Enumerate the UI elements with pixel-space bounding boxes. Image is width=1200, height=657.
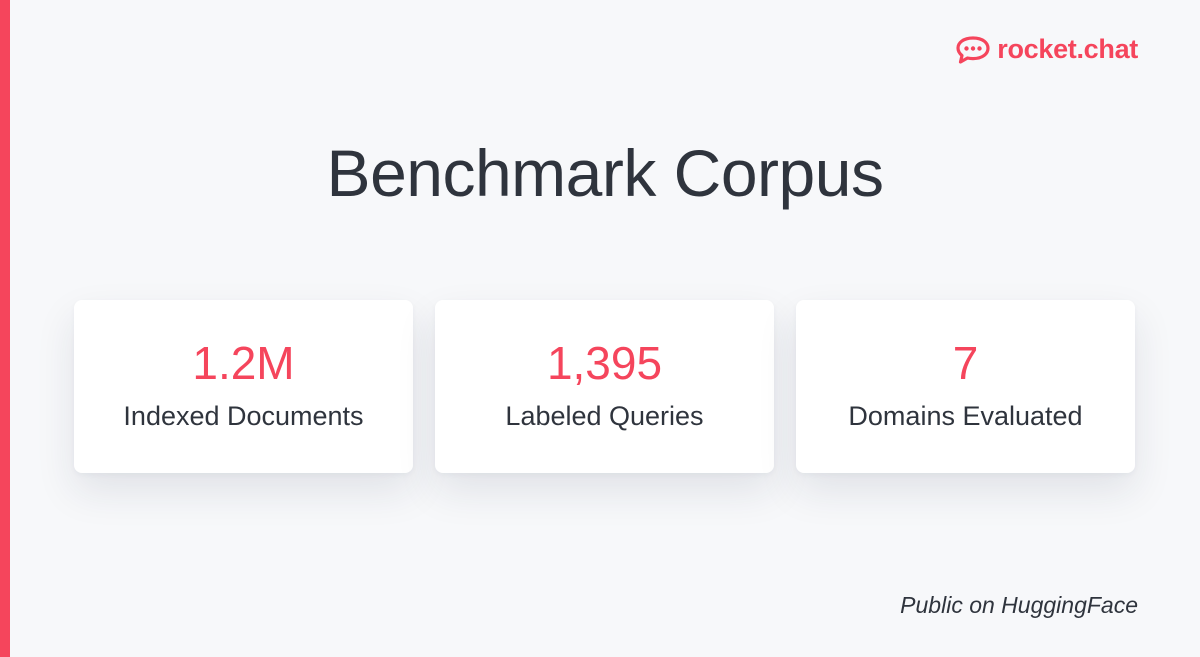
stat-value: 1,395 (546, 337, 663, 389)
stat-card-domains: 7 Domains Evaluated (796, 300, 1135, 473)
stat-label: Domains Evaluated (848, 401, 1083, 431)
page-title: Benchmark Corpus (326, 136, 884, 210)
stat-value: 1.2M (192, 337, 295, 389)
brand-name: rocket.chat (997, 34, 1138, 64)
chat-bubble-icon (956, 35, 990, 64)
stat-card-documents: 1.2M Indexed Documents (74, 300, 413, 473)
stat-label: Indexed Documents (123, 401, 364, 431)
stats-row: 1.2M Indexed Documents 1,395 Labeled Que… (74, 300, 1135, 473)
stat-value: 7 (952, 337, 979, 389)
brand-logo: rocket.chat (955, 34, 1138, 65)
stat-card-queries: 1,395 Labeled Queries (435, 300, 774, 473)
footnote: Public on HuggingFace (900, 592, 1138, 618)
accent-bar (0, 0, 10, 657)
stat-label: Labeled Queries (505, 401, 704, 431)
